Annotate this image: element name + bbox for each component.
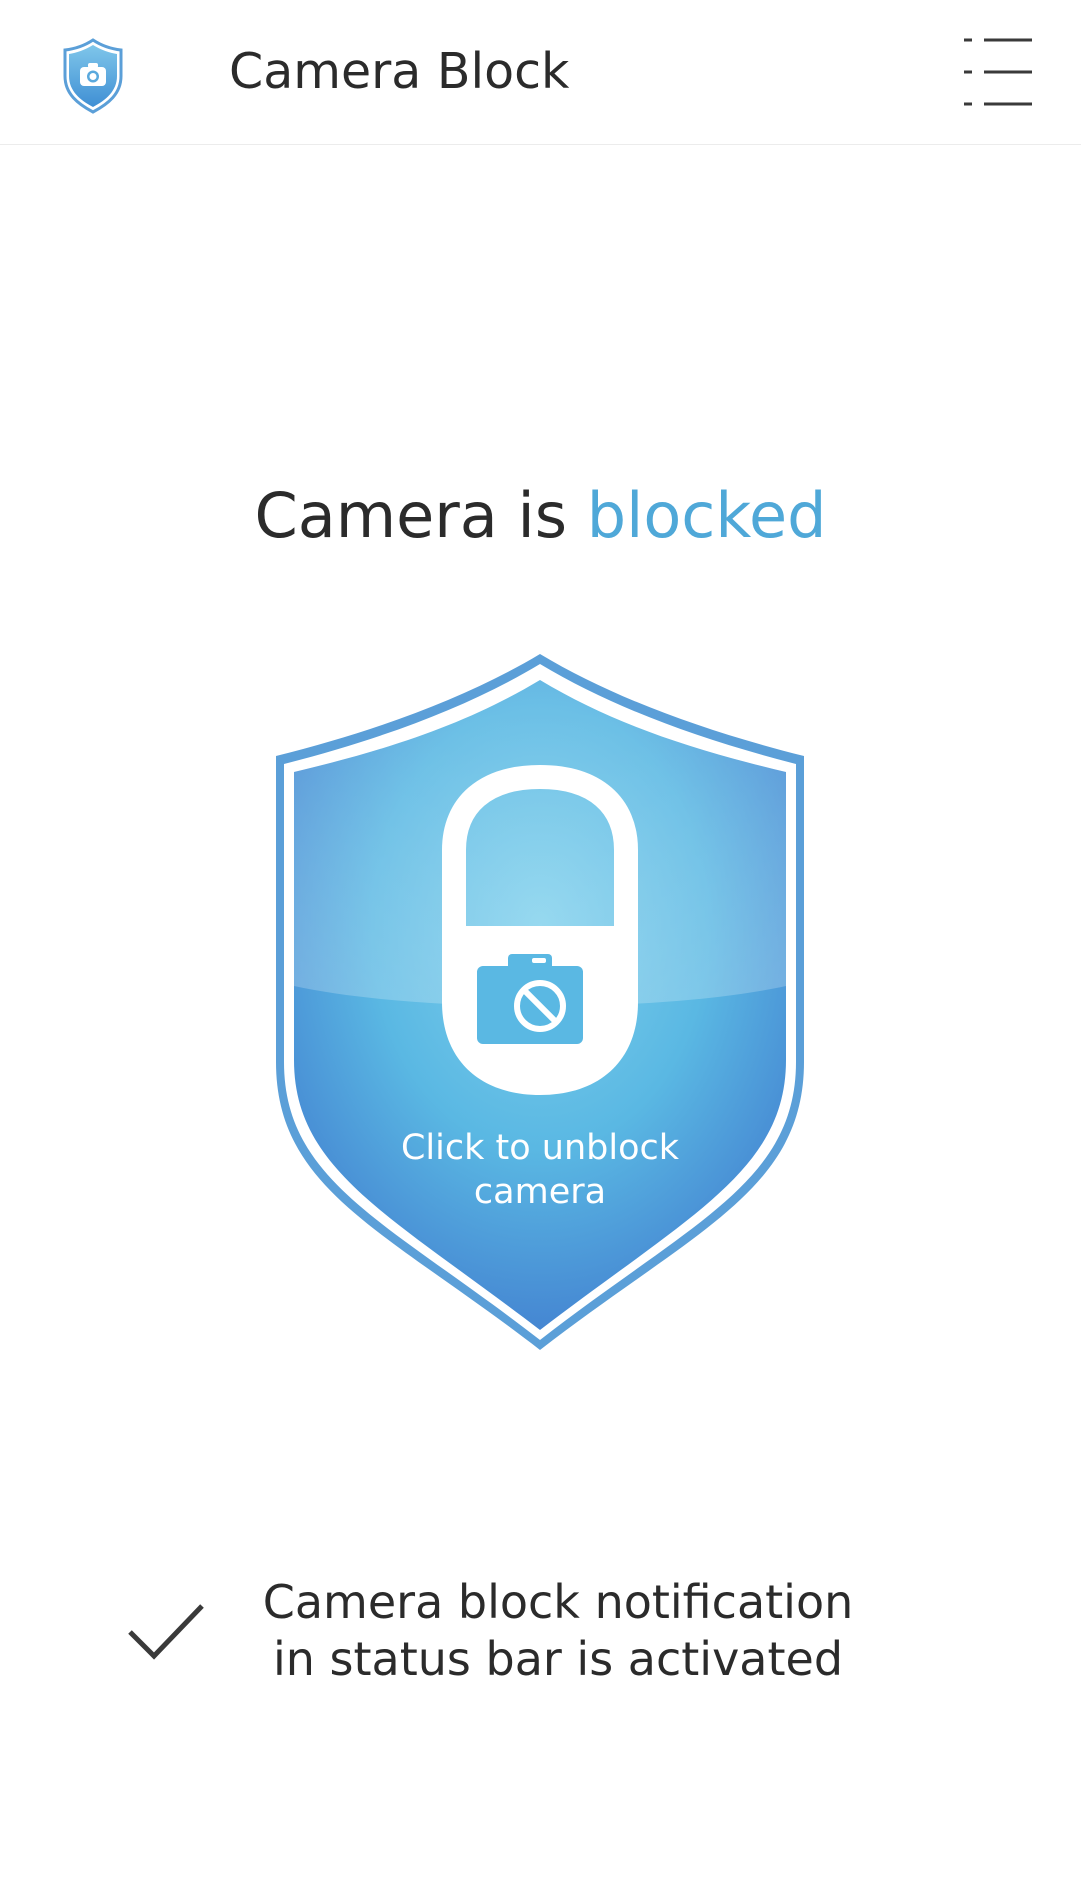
unblock-camera-button[interactable]: Click to unblock camera xyxy=(270,650,810,1350)
notification-line1: Camera block notification xyxy=(262,1575,854,1629)
notification-status-text: Camera block notification in status bar … xyxy=(240,1574,876,1688)
status-state: blocked xyxy=(586,479,827,552)
app-bar: Camera Block xyxy=(0,0,1081,145)
camera-status-heading: Camera is blocked xyxy=(0,474,1081,558)
notification-line2: in status bar is activated xyxy=(272,1632,844,1686)
unblock-label-line2: camera xyxy=(473,1172,607,1212)
list-menu-icon xyxy=(964,38,1032,106)
app-root: Camera Block Camera is blocked Click to … xyxy=(0,0,1081,1904)
unblock-label-line1: Click to unblock xyxy=(400,1128,680,1168)
status-prefix: Camera is xyxy=(254,479,587,552)
app-title: Camera Block xyxy=(229,43,570,100)
unblock-label: Click to unblock camera xyxy=(360,1126,720,1214)
menu-button[interactable] xyxy=(962,32,1034,112)
notification-status-row: Camera block notification in status bar … xyxy=(0,1568,1081,1698)
checkmark-icon xyxy=(124,1600,208,1664)
camera-lock-icon xyxy=(276,654,804,1350)
shield-camera-icon xyxy=(62,38,124,114)
